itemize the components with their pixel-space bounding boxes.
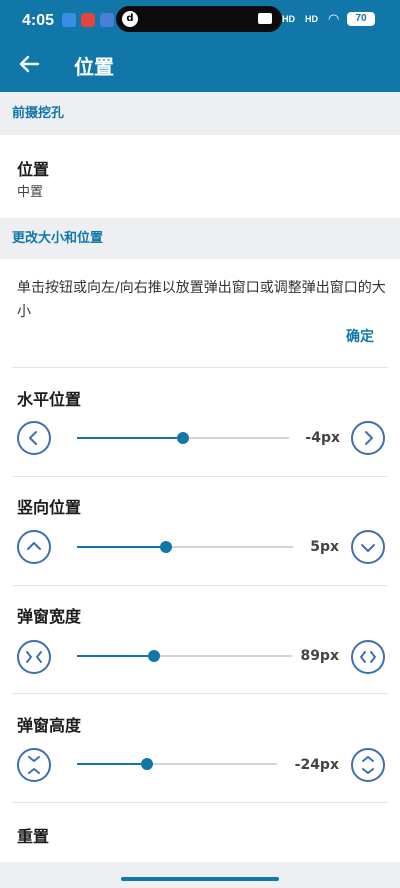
slider-thumb[interactable] bbox=[148, 650, 161, 662]
move-down-button[interactable] bbox=[351, 530, 385, 564]
status-bar: 4:05 d HD HD ◠ 70 bbox=[0, 0, 400, 38]
divider bbox=[12, 476, 388, 477]
message-icon bbox=[258, 13, 272, 24]
popup-width-slider[interactable] bbox=[77, 646, 292, 666]
move-up-button[interactable] bbox=[17, 530, 51, 564]
popup-width-value: 89px bbox=[300, 648, 339, 664]
page-title: 位置 bbox=[74, 55, 114, 79]
expand-width-button[interactable] bbox=[351, 640, 385, 674]
expand-height-button[interactable] bbox=[351, 748, 385, 782]
shrink-height-button[interactable] bbox=[17, 748, 51, 782]
vertical-position-title: 竖向位置 bbox=[17, 498, 82, 517]
discord-notification-icon bbox=[100, 13, 114, 27]
slider-thumb[interactable] bbox=[177, 432, 189, 444]
shrink-width-button[interactable] bbox=[17, 640, 51, 674]
chevron-left-icon bbox=[29, 431, 37, 445]
navigation-bar bbox=[0, 862, 400, 888]
expand-vertical-icon bbox=[362, 756, 374, 774]
reset-button[interactable]: 重置 bbox=[0, 803, 400, 861]
status-time: 4:05 bbox=[22, 12, 55, 29]
app-logo-icon: d bbox=[122, 11, 138, 27]
popup-height-slider[interactable] bbox=[77, 754, 277, 774]
home-indicator[interactable] bbox=[121, 877, 279, 881]
shrink-vertical-icon bbox=[28, 756, 40, 774]
position-title: 位置 bbox=[17, 160, 50, 179]
popup-height-title: 弹窗高度 bbox=[17, 716, 82, 735]
vertical-position-slider[interactable] bbox=[77, 537, 293, 557]
horizontal-position-value: -4px bbox=[305, 430, 340, 446]
section-header-resize: 更改大小和位置 bbox=[0, 218, 400, 259]
divider bbox=[12, 585, 388, 586]
chevron-right-icon bbox=[365, 431, 373, 445]
move-left-button[interactable] bbox=[17, 421, 51, 455]
signal-1-icon: HD bbox=[282, 14, 295, 24]
divider bbox=[12, 367, 388, 368]
wifi-icon: ◠ bbox=[328, 12, 340, 27]
app-bar: 位置 bbox=[0, 38, 400, 92]
settings-notification-icon bbox=[62, 13, 76, 27]
chevron-up-icon bbox=[27, 542, 41, 550]
position-value: 中置 bbox=[17, 185, 44, 200]
resize-description: 单击按钮或向左/向右推以放置弹出窗口或调整弹出窗口的大小 bbox=[17, 280, 386, 320]
slider-thumb[interactable] bbox=[159, 541, 172, 553]
horizontal-position-title: 水平位置 bbox=[17, 390, 82, 409]
signal-2-icon: HD bbox=[305, 14, 318, 24]
reset-title: 重置 bbox=[17, 827, 50, 846]
horizontal-position-slider[interactable] bbox=[77, 428, 289, 448]
dynamic-island: d bbox=[116, 6, 282, 32]
chevron-down-icon bbox=[361, 544, 375, 552]
confirm-button[interactable]: 确定 bbox=[346, 326, 374, 346]
divider bbox=[12, 693, 388, 694]
position-preference[interactable]: 位置 中置 bbox=[0, 135, 400, 218]
back-arrow-icon bbox=[19, 55, 40, 73]
move-right-button[interactable] bbox=[351, 421, 385, 455]
vertical-position-value: 5px bbox=[310, 539, 339, 555]
expand-horizontal-icon bbox=[360, 651, 376, 663]
section-header-front-camera: 前摄挖孔 bbox=[0, 92, 400, 135]
slider-thumb[interactable] bbox=[141, 758, 153, 770]
popup-width-title: 弹窗宽度 bbox=[17, 607, 82, 626]
battery-icon: 70 bbox=[347, 12, 375, 26]
app-notification-icon bbox=[81, 13, 95, 27]
popup-height-value: -24px bbox=[294, 757, 339, 773]
back-button[interactable] bbox=[14, 48, 46, 80]
shrink-horizontal-icon bbox=[26, 651, 42, 663]
